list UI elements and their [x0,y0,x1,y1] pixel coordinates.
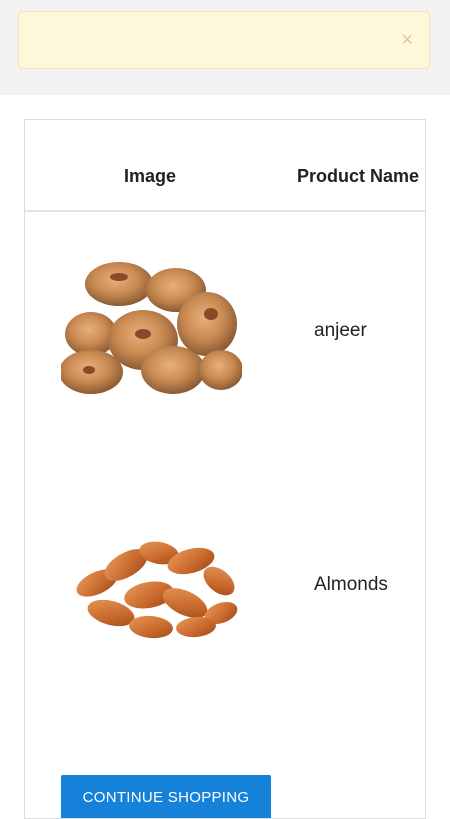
product-name: Almonds [314,574,388,595]
close-icon[interactable]: × [401,30,413,50]
table-row: Almonds [25,495,425,735]
table-row: anjeer [25,242,425,482]
cart-table: Image Product Name anjeer Almonds CONTIN… [24,119,426,819]
table-header: Image Product Name [25,120,425,212]
almonds-image [76,541,238,639]
dried-figs-image [61,262,242,394]
column-header-image: Image [124,166,177,186]
notification-area: × [0,0,450,95]
continue-shopping-button[interactable]: CONTINUE SHOPPING [61,775,271,818]
alert-box: × [18,11,430,69]
product-name: anjeer [314,320,367,341]
column-header-product-name: Product Name [297,166,420,186]
